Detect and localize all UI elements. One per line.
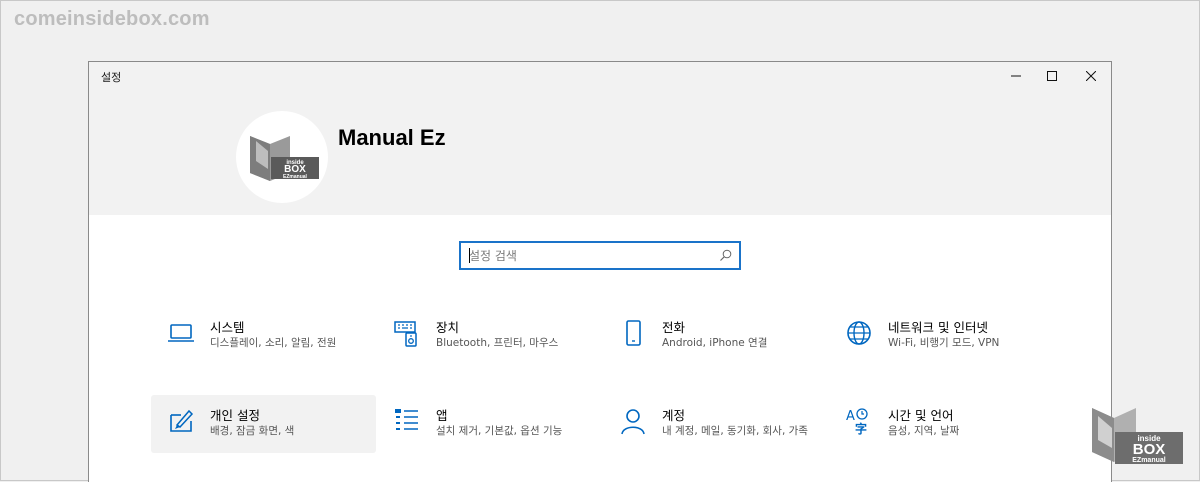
avatar[interactable]: inside BOX EZmanual (236, 111, 328, 203)
category-subtitle: 설치 제거, 기본값, 옵션 기능 (436, 425, 563, 437)
text-cursor (469, 248, 470, 263)
category-tile[interactable]: 장치 Bluetooth, 프린터, 마우스 (377, 307, 602, 365)
apps-list-icon (395, 409, 418, 430)
category-subtitle: Bluetooth, 프린터, 마우스 (436, 337, 559, 349)
category-subtitle: 음성, 지역, 날짜 (888, 425, 960, 437)
category-title: 전화 (662, 320, 686, 335)
svg-text:EZmanual: EZmanual (1132, 457, 1166, 464)
close-icon (1086, 71, 1096, 81)
category-title: 네트워크 및 인터넷 (888, 320, 988, 335)
window-title: 설정 (101, 71, 122, 84)
category-subtitle: 디스플레이, 소리, 알림, 전원 (210, 337, 337, 349)
personalization-icon (170, 409, 194, 432)
insidebox-corner-logo-icon: inside BOX EZmanual (1092, 408, 1183, 464)
category-tile[interactable]: A 字 시간 및 언어음성, 지역, 날짜 (829, 395, 1054, 453)
minimize-icon (1011, 75, 1021, 77)
category-subtitle: 내 계정, 메일, 동기화, 회사, 가족 (662, 425, 808, 437)
category-tile[interactable]: 시스템디스플레이, 소리, 알림, 전원 (151, 307, 376, 365)
phone-icon (626, 320, 641, 346)
svg-text:A: A (846, 409, 855, 424)
devices-icon (394, 321, 417, 347)
category-tile[interactable]: 개인 설정배경, 잠금 화면, 색 (151, 395, 376, 453)
maximize-button[interactable] (1033, 62, 1071, 90)
category-tile[interactable]: 계정내 계정, 메일, 동기화, 회사, 가족 (603, 395, 828, 453)
svg-text:字: 字 (855, 421, 867, 435)
svg-text:EZmanual: EZmanual (283, 174, 308, 180)
title-bar[interactable]: 설정 (89, 62, 1111, 90)
laptop-icon (168, 324, 194, 342)
category-title: 시스템 (210, 320, 245, 335)
category-tile[interactable]: 네트워크 및 인터넷 Wi-Fi, 비행기 모드, VPN (829, 307, 1054, 365)
category-subtitle: Wi-Fi, 비행기 모드, VPN (888, 337, 1000, 349)
globe-icon (847, 321, 871, 345)
category-subtitle: 배경, 잠금 화면, 색 (210, 425, 295, 437)
close-button[interactable] (1072, 62, 1110, 90)
svg-text:BOX: BOX (1133, 441, 1166, 458)
insidebox-logo-icon: inside BOX EZmanual (250, 136, 319, 181)
search-icon (720, 249, 732, 261)
category-title: 장치 (436, 320, 460, 335)
search-input[interactable] (461, 243, 719, 268)
category-title: 시간 및 언어 (888, 408, 954, 423)
category-title: 개인 설정 (210, 408, 260, 423)
category-title: 계정 (662, 408, 686, 423)
corner-watermark-logo: inside BOX EZmanual (1088, 404, 1186, 468)
category-tile[interactable]: 앱설치 제거, 기본값, 옵션 기능 (377, 395, 602, 453)
category-tile[interactable]: 전화 Android, iPhone 연결 (603, 307, 828, 365)
profile-header: inside BOX EZmanual Manual Ez (89, 90, 1111, 215)
search-box[interactable] (459, 241, 741, 270)
category-title: 앱 (436, 408, 448, 423)
minimize-button[interactable] (997, 62, 1035, 90)
user-name: Manual Ez (338, 125, 446, 150)
person-icon (621, 409, 645, 435)
watermark-text: comeinsidebox.com (14, 8, 210, 30)
category-subtitle: Android, iPhone 연결 (662, 337, 768, 349)
settings-window: 설정 inside BOX EZmanual Manual Ez 설정 검색 시… (88, 61, 1112, 482)
maximize-icon (1047, 71, 1057, 81)
time-language-icon: A字 (846, 408, 868, 435)
